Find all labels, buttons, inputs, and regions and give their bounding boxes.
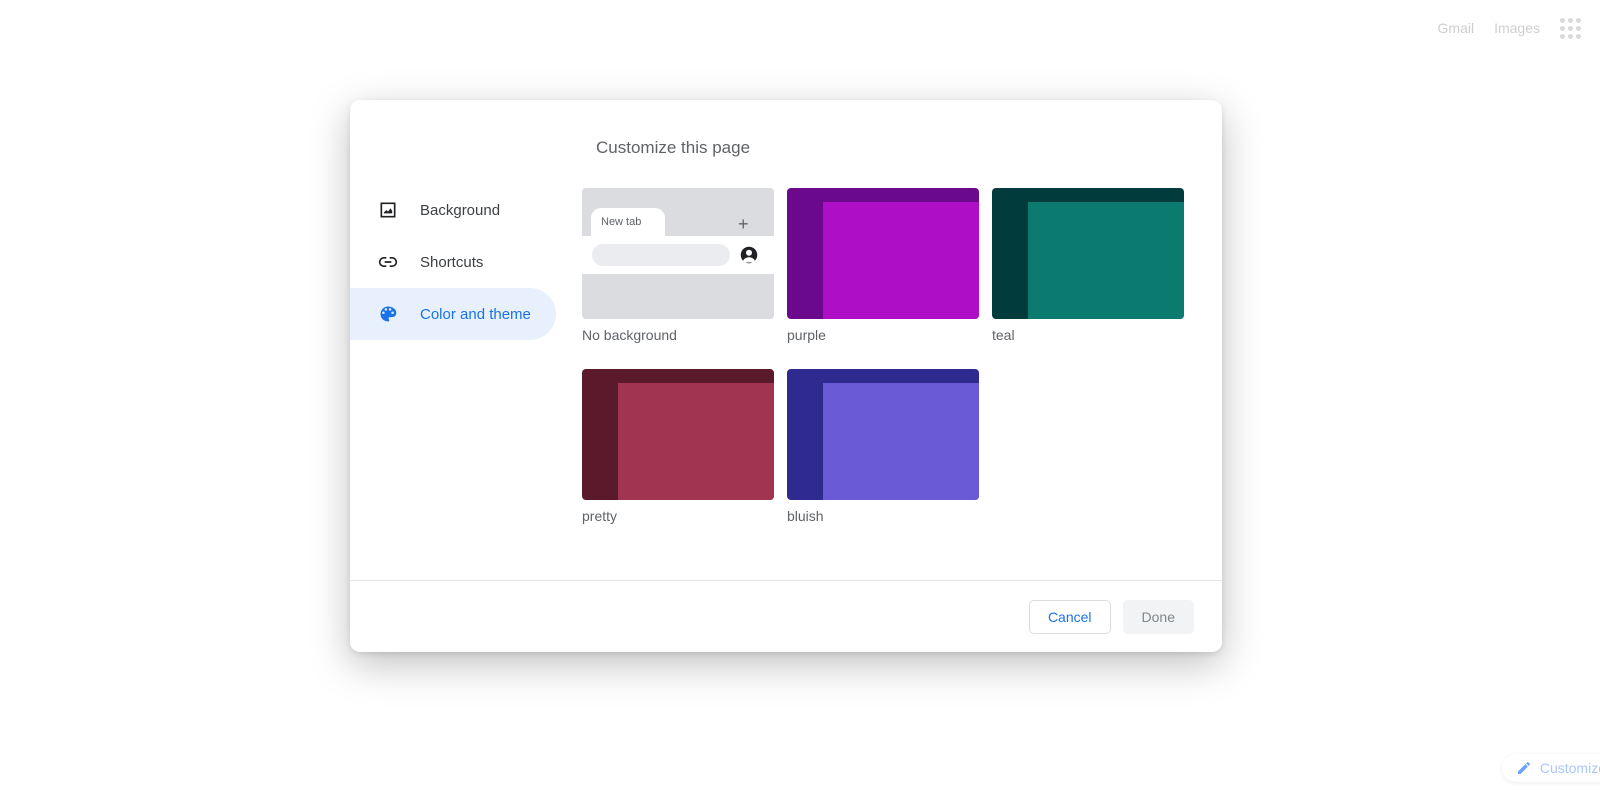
theme-tile-wrap: New tab + No background	[582, 188, 774, 343]
gmail-link[interactable]: Gmail	[1438, 20, 1475, 36]
link-icon	[378, 252, 398, 272]
theme-label: pretty	[582, 508, 774, 524]
theme-grid: New tab + No background purple teal pretty blu…	[582, 188, 1216, 524]
sidebar-item-label: Shortcuts	[420, 254, 483, 271]
plus-icon: +	[738, 214, 749, 235]
cancel-button[interactable]: Cancel	[1029, 600, 1111, 634]
theme-tile[interactable]	[787, 188, 979, 319]
theme-tile[interactable]	[582, 369, 774, 500]
dialog-footer: Cancel Done	[350, 580, 1222, 652]
sidebar-item-label: Color and theme	[420, 306, 531, 323]
sidebar-item-label: Background	[420, 202, 500, 219]
theme-tile[interactable]	[787, 369, 979, 500]
theme-label: teal	[992, 327, 1184, 343]
dialog-title: Customize this page	[596, 138, 1222, 158]
mock-tab: New tab	[591, 208, 665, 236]
theme-tile-wrap: pretty	[582, 369, 774, 524]
theme-tile-wrap: bluish	[787, 369, 979, 524]
theme-inner-frame	[823, 383, 979, 500]
dialog-body: Background Shortcuts Color and theme Cus…	[350, 100, 1222, 580]
theme-label: No background	[582, 327, 774, 343]
dialog-main: Customize this page New tab + No backgroun…	[582, 100, 1222, 580]
mock-omnibox	[592, 244, 730, 266]
background-icon	[378, 200, 398, 220]
theme-tile[interactable]	[992, 188, 1184, 319]
sidebar-item-background[interactable]: Background	[350, 184, 556, 236]
sidebar-item-shortcuts[interactable]: Shortcuts	[350, 236, 556, 288]
apps-grid-icon[interactable]	[1560, 18, 1580, 38]
theme-label: bluish	[787, 508, 979, 524]
customize-button-label: Customize	[1540, 760, 1600, 776]
palette-icon	[378, 304, 398, 324]
theme-tile-wrap: teal	[992, 188, 1184, 343]
customize-dialog: Background Shortcuts Color and theme Cus…	[350, 100, 1222, 652]
customize-button[interactable]: Customize	[1502, 754, 1600, 782]
images-link[interactable]: Images	[1494, 20, 1540, 36]
done-button[interactable]: Done	[1123, 600, 1194, 634]
theme-tile[interactable]: New tab +	[582, 188, 774, 319]
sidebar-item-color-theme[interactable]: Color and theme	[350, 288, 556, 340]
theme-label: purple	[787, 327, 979, 343]
pencil-icon	[1516, 760, 1532, 776]
theme-inner-frame	[618, 383, 774, 500]
theme-scroll-area[interactable]: New tab + No background purple teal pretty blu…	[582, 188, 1222, 580]
page-top-links: Gmail Images	[1438, 18, 1580, 38]
theme-tile-wrap: purple	[787, 188, 979, 343]
theme-inner-frame	[1028, 202, 1184, 319]
person-icon	[740, 246, 758, 264]
theme-inner-frame	[823, 202, 979, 319]
dialog-sidebar: Background Shortcuts Color and theme	[350, 100, 582, 580]
